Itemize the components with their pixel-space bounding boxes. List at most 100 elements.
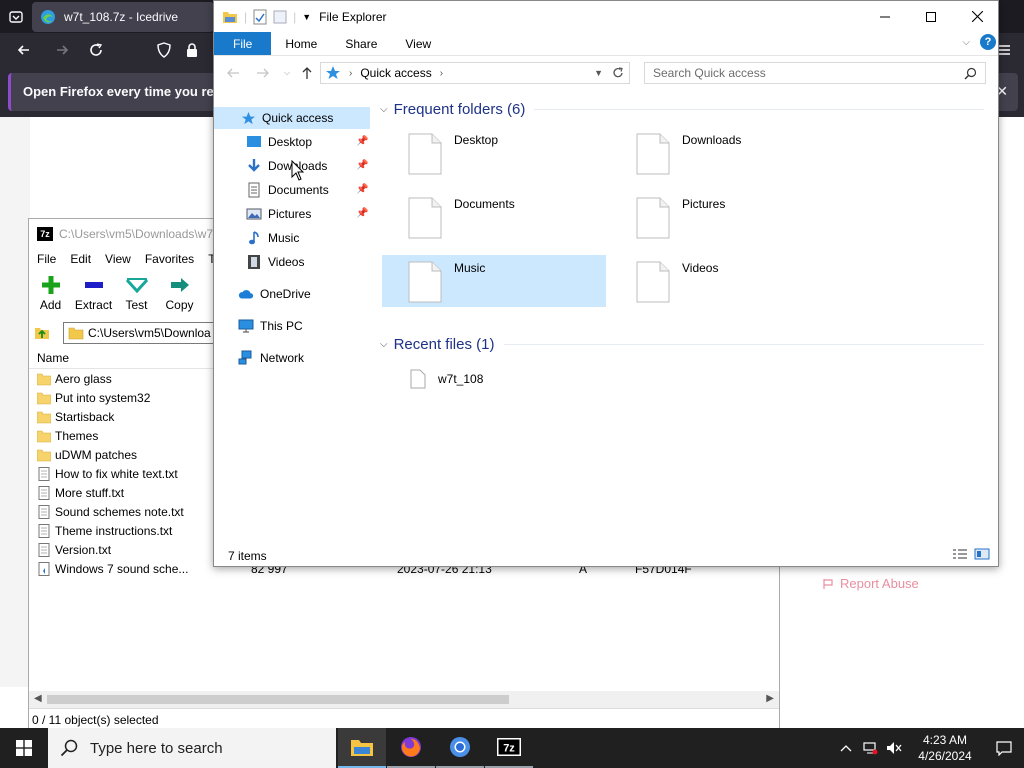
- properties-icon[interactable]: [253, 9, 267, 25]
- ribbon-tab-home[interactable]: Home: [271, 32, 331, 55]
- forward-button[interactable]: [254, 64, 272, 82]
- nav-onedrive[interactable]: OneDrive: [238, 283, 311, 305]
- search-input[interactable]: Search Quick access: [644, 62, 986, 84]
- recent-file-item[interactable]: w7t_108: [410, 369, 483, 389]
- minimize-button[interactable]: [862, 1, 908, 32]
- checkmark-icon: [125, 278, 148, 294]
- folder-icon: [37, 373, 51, 385]
- ribbon-tab-share[interactable]: Share: [331, 32, 391, 55]
- recent-files-header[interactable]: ⌵ Recent files (1): [380, 336, 494, 353]
- ribbon-tab-file[interactable]: File: [214, 32, 272, 55]
- folder-tile-label: Desktop: [454, 133, 499, 147]
- taskbar-clock[interactable]: 4:23 AM 4/26/2024: [906, 732, 984, 764]
- address-dropdown-icon[interactable]: ▼: [594, 68, 603, 78]
- frequent-folders-header[interactable]: ⌵ Frequent folders (6): [380, 101, 525, 118]
- folder-page-icon: [636, 133, 670, 175]
- site-security-button[interactable]: [180, 39, 204, 61]
- quick-access-toolbar: | | ▼: [222, 9, 311, 25]
- explorer-folder-icon: [223, 11, 237, 23]
- copy-button[interactable]: Copy: [158, 269, 201, 319]
- file-name: Windows 7 sound sche...: [55, 561, 189, 576]
- nav-desktop[interactable]: Desktop: [246, 131, 312, 153]
- recent-files-title: Recent files (1): [393, 336, 495, 353]
- menu-file[interactable]: File: [37, 252, 56, 266]
- back-button[interactable]: [224, 64, 242, 82]
- back-button[interactable]: [12, 39, 36, 61]
- collapse-chevron-icon[interactable]: ⌵: [380, 339, 388, 350]
- nav-pictures[interactable]: Pictures: [246, 203, 311, 225]
- column-header-name[interactable]: Name: [37, 351, 69, 365]
- clock-date: 4/26/2024: [918, 749, 972, 763]
- volume-muted-icon[interactable]: [882, 728, 906, 768]
- help-icon[interactable]: ?: [980, 34, 996, 50]
- extract-button[interactable]: Extract: [72, 269, 115, 319]
- breadcrumb-quick-access[interactable]: Quick access: [360, 66, 431, 80]
- add-button[interactable]: Add: [29, 269, 72, 319]
- windows-logo-icon: [16, 740, 32, 756]
- nav-music[interactable]: Music: [246, 227, 299, 249]
- breadcrumb-chevron-icon[interactable]: ›: [440, 68, 443, 79]
- scroll-left-icon[interactable]: ◀: [34, 693, 42, 704]
- refresh-icon[interactable]: [611, 66, 625, 80]
- customize-toolbar-icon[interactable]: ▼: [302, 12, 311, 22]
- tracking-protection-button[interactable]: [152, 39, 176, 61]
- pin-icon: 📌: [356, 184, 369, 195]
- collapse-chevron-icon[interactable]: ⌵: [380, 104, 388, 115]
- svg-text:7z: 7z: [503, 743, 515, 755]
- frequent-folders-title: Frequent folders (6): [393, 101, 526, 118]
- menu-view[interactable]: View: [105, 252, 131, 266]
- browser-tab[interactable]: w7t_108.7z - Icedrive: [32, 2, 214, 32]
- firefox-icon: [401, 737, 421, 757]
- folder-tile-music[interactable]: Music: [382, 255, 606, 307]
- scroll-right-icon[interactable]: ▶: [766, 693, 774, 704]
- address-bar[interactable]: › Quick access › ▼: [320, 62, 630, 84]
- taskbar-file-explorer[interactable]: [338, 728, 386, 768]
- star-icon: [241, 111, 255, 124]
- new-folder-icon[interactable]: [273, 9, 287, 25]
- nav-quick-access[interactable]: Quick access: [214, 107, 370, 129]
- folder-tile-downloads[interactable]: Downloads: [610, 127, 834, 179]
- close-button[interactable]: [954, 1, 1000, 32]
- reload-button[interactable]: [84, 39, 108, 61]
- edge-favicon-icon: [41, 10, 55, 24]
- taskbar-chrome[interactable]: [436, 728, 484, 768]
- menu-edit[interactable]: Edit: [70, 252, 91, 266]
- taskbar-firefox[interactable]: [387, 728, 435, 768]
- nav-documents[interactable]: Documents: [246, 179, 329, 201]
- large-icons-view-icon[interactable]: [974, 548, 990, 560]
- folder-tile-documents[interactable]: Documents: [382, 191, 606, 243]
- expand-ribbon-icon[interactable]: ⌵: [962, 37, 970, 48]
- folder-up-icon[interactable]: [33, 324, 51, 342]
- test-button[interactable]: Test: [115, 269, 158, 319]
- taskbar-search-box[interactable]: Type here to search: [48, 728, 336, 768]
- nav-network[interactable]: Network: [238, 347, 304, 369]
- folder-tile-desktop[interactable]: Desktop: [382, 127, 606, 179]
- horizontal-scrollbar[interactable]: ◀ ▶: [29, 691, 779, 708]
- ribbon-tab-view[interactable]: View: [391, 32, 445, 55]
- show-hidden-icons-icon[interactable]: [834, 728, 858, 768]
- details-view-icon[interactable]: [952, 548, 968, 560]
- nav-videos-label: Videos: [268, 255, 305, 269]
- action-center-button[interactable]: [984, 728, 1024, 768]
- folder-page-icon: [636, 197, 670, 239]
- nav-videos[interactable]: Videos: [246, 251, 304, 273]
- menu-favorites[interactable]: Favorites: [145, 252, 194, 266]
- folder-tile-videos[interactable]: Videos: [610, 255, 834, 307]
- computer-icon: [238, 319, 254, 333]
- taskbar-7zip[interactable]: 7z: [485, 728, 533, 768]
- tab-list-icon[interactable]: [8, 9, 24, 25]
- start-button[interactable]: [0, 728, 48, 768]
- sevenzip-status-text: 0 / 11 object(s) selected: [32, 712, 159, 727]
- network-tray-icon[interactable]: [858, 728, 882, 768]
- report-abuse-link[interactable]: Report Abuse: [822, 576, 919, 591]
- folder-tile-pictures[interactable]: Pictures: [610, 191, 834, 243]
- forward-button[interactable]: [50, 39, 74, 61]
- maximize-button[interactable]: [908, 1, 954, 32]
- nav-downloads[interactable]: Downloads: [246, 155, 327, 177]
- star-icon: [326, 66, 340, 79]
- nav-this-pc[interactable]: This PC: [238, 315, 303, 337]
- arrow-left-icon: [227, 68, 239, 78]
- recent-locations-icon[interactable]: ⌵: [278, 64, 296, 82]
- scrollbar-thumb[interactable]: [47, 695, 509, 704]
- up-button[interactable]: [298, 64, 316, 82]
